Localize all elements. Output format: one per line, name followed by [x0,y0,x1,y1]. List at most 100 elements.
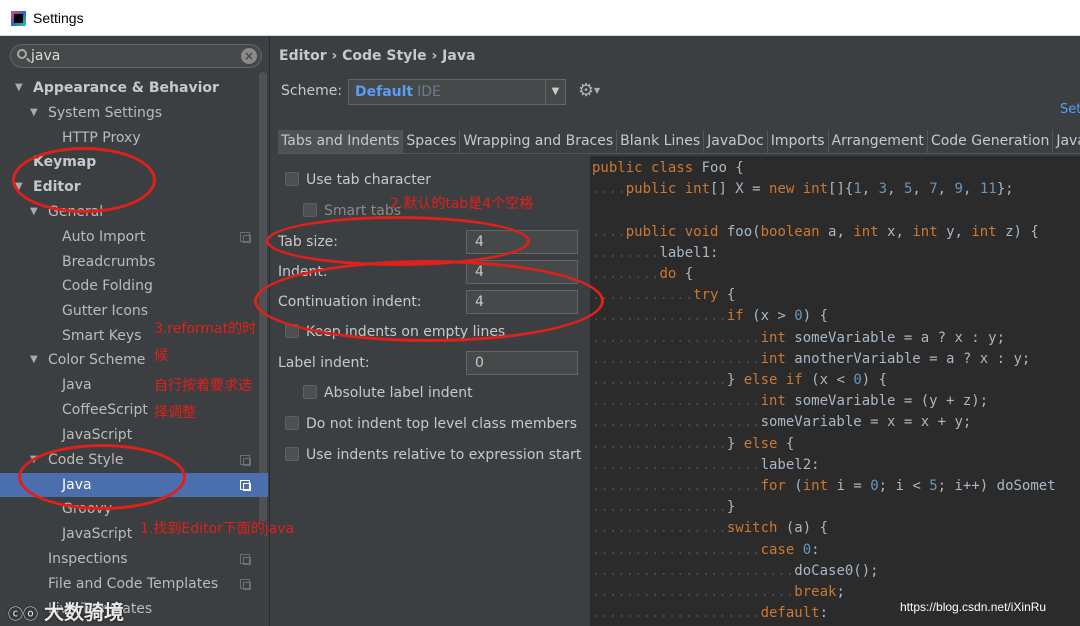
smart-tabs-checkbox[interactable]: Smart tabs [303,203,401,219]
tree-item-breadcrumbs[interactable]: Breadcrumbs [0,250,268,274]
breadcrumb-separator: › [431,48,438,64]
intellij-icon [11,11,26,26]
scheme-suffix: IDE [417,84,441,100]
tab-java-ee-names[interactable]: Java EE Nar [1053,130,1080,153]
project-settings-icon [240,232,251,243]
tab-wrapping-and-braces[interactable]: Wrapping and Braces [460,130,618,153]
checkbox-box[interactable] [285,172,299,186]
set-from-link[interactable]: Set [1060,102,1080,117]
tree-item-coffeescript[interactable]: CoffeeScript [0,398,268,422]
tree-item-editor[interactable]: ▼ Editor [0,175,268,199]
tree-item-system-settings[interactable]: ▼ System Settings [0,101,268,125]
tree-label: Keymap [33,154,97,170]
title-bar: Settings [0,0,1080,36]
scheme-value: Default IDE [355,84,441,100]
annotation-3-line2: 候 [154,348,168,364]
tree-item-appearance[interactable]: ▼ Appearance & Behavior [0,76,268,100]
tree-label: Groovy [62,501,112,517]
tree-label: Inspections [48,551,128,567]
checkbox-label: Use tab character [306,172,432,188]
no-indent-top-level-checkbox[interactable]: Do not indent top level class members [285,416,577,432]
clear-search-icon[interactable]: × [241,48,257,64]
code-preview-text: public class Foo { ....public int[] X = … [592,160,1056,622]
checkbox-label: Use indents relative to expression start [306,447,582,463]
tab-size-field[interactable] [466,230,578,254]
tree-item-http-proxy[interactable]: HTTP Proxy [0,126,268,150]
scheme-dropdown[interactable]: Default IDE ▼ [348,79,566,105]
search-icon [17,49,27,59]
project-settings-icon [240,554,251,565]
checkbox-box[interactable] [303,385,317,399]
tab-spaces[interactable]: Spaces [403,130,461,153]
expand-arrow-icon[interactable]: ▼ [30,448,38,472]
tree-label: Auto Import [62,229,146,245]
indent-field[interactable] [466,260,578,284]
caret-down-icon[interactable]: ▼ [594,86,600,95]
tree-item-auto-import[interactable]: Auto Import [0,225,268,249]
window-title: Settings [33,10,84,26]
watermark-url: https://blog.csdn.net/iXinRu [900,600,1047,614]
tree-label: Java [62,377,92,393]
checkbox-label: Keep indents on empty lines [306,324,506,340]
tree-label: Code Folding [62,278,153,294]
absolute-label-indent-checkbox[interactable]: Absolute label indent [303,385,473,401]
tab-tabs-and-indents[interactable]: Tabs and Indents [278,130,404,153]
keep-indents-checkbox[interactable]: Keep indents on empty lines [285,324,505,340]
watermark-logo-mark: ⓒⓞ [8,605,39,623]
expand-arrow-icon[interactable]: ▼ [30,348,38,372]
scheme-label: Scheme: [281,83,343,99]
search-box[interactable]: × [10,44,262,68]
code-preview[interactable]: public class Foo { ....public int[] X = … [590,156,1080,626]
search-input[interactable] [31,47,231,65]
tab-imports[interactable]: Imports [768,130,829,153]
tree-label: JavaScript [62,427,133,443]
tree-item-code-folding[interactable]: Code Folding [0,274,268,298]
tree-item-code-style-java[interactable]: Java [0,473,268,497]
tree-item-file-templates[interactable]: File and Code Templates [0,572,268,596]
breadcrumb-editor: Editor [279,48,327,64]
dropdown-arrow-icon[interactable]: ▼ [545,80,565,104]
expand-arrow-icon[interactable]: ▼ [15,76,23,100]
label-indent-field[interactable] [466,351,578,375]
tree-item-color-scheme[interactable]: ▼ Color Scheme [0,348,268,372]
label-indent-label: Label indent: [278,355,370,371]
checkbox-box[interactable] [285,324,299,338]
tree-label: Breadcrumbs [62,254,156,270]
tree-item-color-scheme-javascript[interactable]: JavaScript [0,423,268,447]
tree-item-general[interactable]: ▼ General [0,200,268,224]
relative-indents-checkbox[interactable]: Use indents relative to expression start [285,447,581,463]
checkbox-box[interactable] [303,203,317,217]
tree-label: System Settings [48,105,163,121]
breadcrumb-code-style: Code Style [342,48,427,64]
expand-arrow-icon[interactable]: ▼ [30,101,38,125]
tree-label: Color Scheme [48,352,146,368]
tree-item-inspections[interactable]: Inspections [0,547,268,571]
expand-arrow-icon[interactable]: ▼ [15,175,23,199]
expand-arrow-icon[interactable]: ▼ [30,200,38,224]
tab-size-label: Tab size: [278,234,339,250]
use-tab-checkbox[interactable]: Use tab character [285,172,431,188]
project-settings-icon [240,579,251,590]
tab-blank-lines[interactable]: Blank Lines [617,130,705,153]
code-style-tabs: Tabs and Indents Spaces Wrapping and Brace… [278,130,1080,154]
tree-label: Editor [33,179,81,195]
tree-item-keymap[interactable]: Keymap [0,150,268,174]
checkbox-box[interactable] [285,416,299,430]
tree-label: Appearance & Behavior [33,80,219,96]
tree-label: Java [62,477,92,493]
tree-item-code-style[interactable]: ▼ Code Style [0,448,268,472]
checkbox-label: Do not indent top level class members [306,416,578,432]
tab-arrangement[interactable]: Arrangement [829,130,928,153]
tree-label: Code Style [48,452,124,468]
project-settings-icon [240,455,251,466]
watermark-text: 大数骑境 [44,600,125,624]
tree-label: JavaScript [62,526,133,542]
gear-icon[interactable]: ⚙ [578,80,594,101]
continuation-indent-label: Continuation indent: [278,294,422,310]
settings-main-panel: Editor › Code Style › Java Scheme: Defau… [270,36,1080,626]
tab-javadoc[interactable]: JavaDoc [704,130,768,153]
checkbox-label: Absolute label indent [324,385,473,401]
continuation-indent-field[interactable] [466,290,578,314]
tab-code-generation[interactable]: Code Generation [928,130,1054,153]
checkbox-box[interactable] [285,447,299,461]
